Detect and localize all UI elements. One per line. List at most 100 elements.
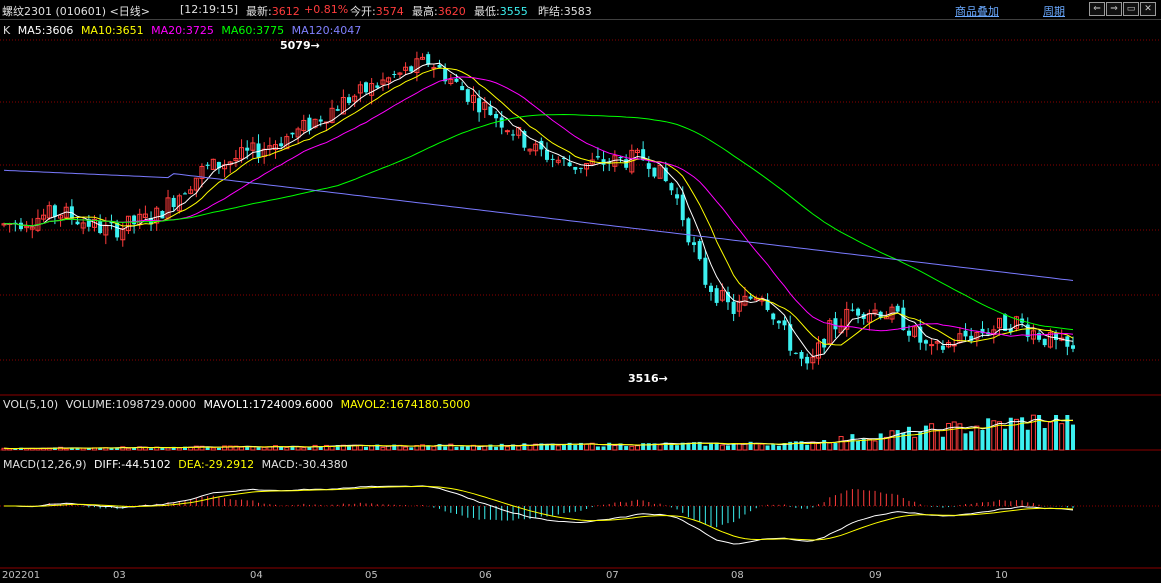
overlay-link[interactable]: 商品叠加 [955,3,999,19]
volume-bar [878,433,883,450]
candle-body-down [1065,336,1070,347]
x-tick-label: 07 [606,570,619,581]
candle-body-down [963,330,968,337]
candle-body-down [454,78,459,82]
candle-body-down [601,159,606,165]
candle-body-down [499,117,504,128]
volume-legend: VOL(5,10) VOLUME:1098729.0000 MAVOL1:172… [3,398,474,411]
volume-bar [561,444,566,450]
volume-bar [369,445,375,451]
candle-body-down [799,352,804,359]
x-tick-label: 08 [731,570,744,581]
period-label: <日线> [109,5,151,18]
volume-bar [889,430,895,451]
volume-bar [1042,428,1047,450]
candle-body-down [182,193,187,195]
candle-body-down [1042,338,1047,346]
low-quote: 最低:3555 [474,3,528,19]
dea-label: DEA:-29.2912 [178,458,255,471]
volume-bar [771,443,776,450]
volume-bar [409,447,414,450]
symbol-name: 螺纹2301 [2,5,52,18]
volume-bar [974,425,980,451]
high-annotation: 5079→ [280,39,320,52]
volume-bar [838,436,844,451]
candle-body-down [115,222,120,238]
candle-body-down [856,308,861,316]
candle-body-down [18,222,23,230]
candle-body-down [923,340,928,344]
volume-bar [850,434,855,450]
candle-body-down [709,285,714,292]
volume-bar [149,448,154,450]
candle-body-down [409,66,414,72]
volume-bar [929,423,935,451]
candle-body-down [98,221,103,234]
candle-body-down [307,117,312,131]
volume-bar [522,443,527,450]
volume-bar [822,440,827,450]
candle-body-down [52,205,57,217]
candle-body-down [646,163,651,169]
candle-body-down [494,114,499,119]
open-quote: 今开:3574 [350,3,404,19]
candle-body-down [279,143,284,147]
candle-body-down [697,241,702,260]
cycle-link[interactable]: 周期 [1043,3,1065,19]
macd-title: MACD(12,26,9) [3,458,87,471]
candle-body-down [692,242,697,245]
volume-bar [1071,424,1075,450]
volume-bar [951,421,957,451]
ma120-line [3,169,1074,281]
volume-bar [284,446,290,451]
x-tick-label: 10 [995,570,1008,581]
candle-body-down [392,73,397,75]
volume-bar [250,446,256,451]
diff-label: DIFF:-44.5102 [94,458,171,471]
volume-bar [657,444,663,451]
volume-bar [256,447,261,450]
candle-body-down [1003,314,1008,331]
next-arrow-icon[interactable]: ⇒ [1106,2,1122,16]
macd-legend: MACD(12,26,9) DIFF:-44.5102 DEA:-29.2912… [3,458,352,471]
volume-bar [934,430,940,451]
volume-bar [301,447,307,451]
high-label: 最高: [412,5,438,18]
candle-body-down [132,215,137,225]
volume-bar [805,444,810,450]
candle-body-down [1071,345,1075,349]
prev-arrow-icon[interactable]: ⇐ [1089,2,1105,16]
low-label: 最低: [474,5,500,18]
x-tick-label: 09 [869,570,882,581]
candle-body-down [375,85,380,88]
volume-bar [765,445,770,450]
latest-label: 最新: [246,5,272,18]
volume-bar [1047,421,1053,451]
candle-body-down [290,132,295,135]
candle-body-down [714,288,719,303]
candle-body-down [511,134,516,136]
volume-bar [176,447,182,451]
mavol1-label: MAVOL1:1724009.6000 [203,398,334,411]
volume-bar [477,447,482,450]
volume-bar [1020,417,1025,450]
candle-body-down [940,345,945,350]
candle-body-down [669,183,674,191]
volume-bar [431,446,437,451]
candle-body-down [652,167,657,177]
volume-bar [210,447,216,451]
ma10-label: MA10:3651 [80,24,144,37]
close-icon[interactable]: ✕ [1140,2,1156,16]
candle-body-down [850,309,855,311]
volume-bar [584,443,590,451]
candle-body-down [680,194,685,221]
volume-bar [923,425,928,450]
volume-bar [1003,428,1008,450]
volume-bar [454,446,459,450]
candle-body-down [776,320,781,324]
kline-chart[interactable] [0,20,1161,583]
low-value: 3555 [499,5,528,18]
volume-bar [856,440,861,450]
open-value: 3574 [375,5,404,18]
restore-icon[interactable]: ▭ [1123,2,1139,16]
